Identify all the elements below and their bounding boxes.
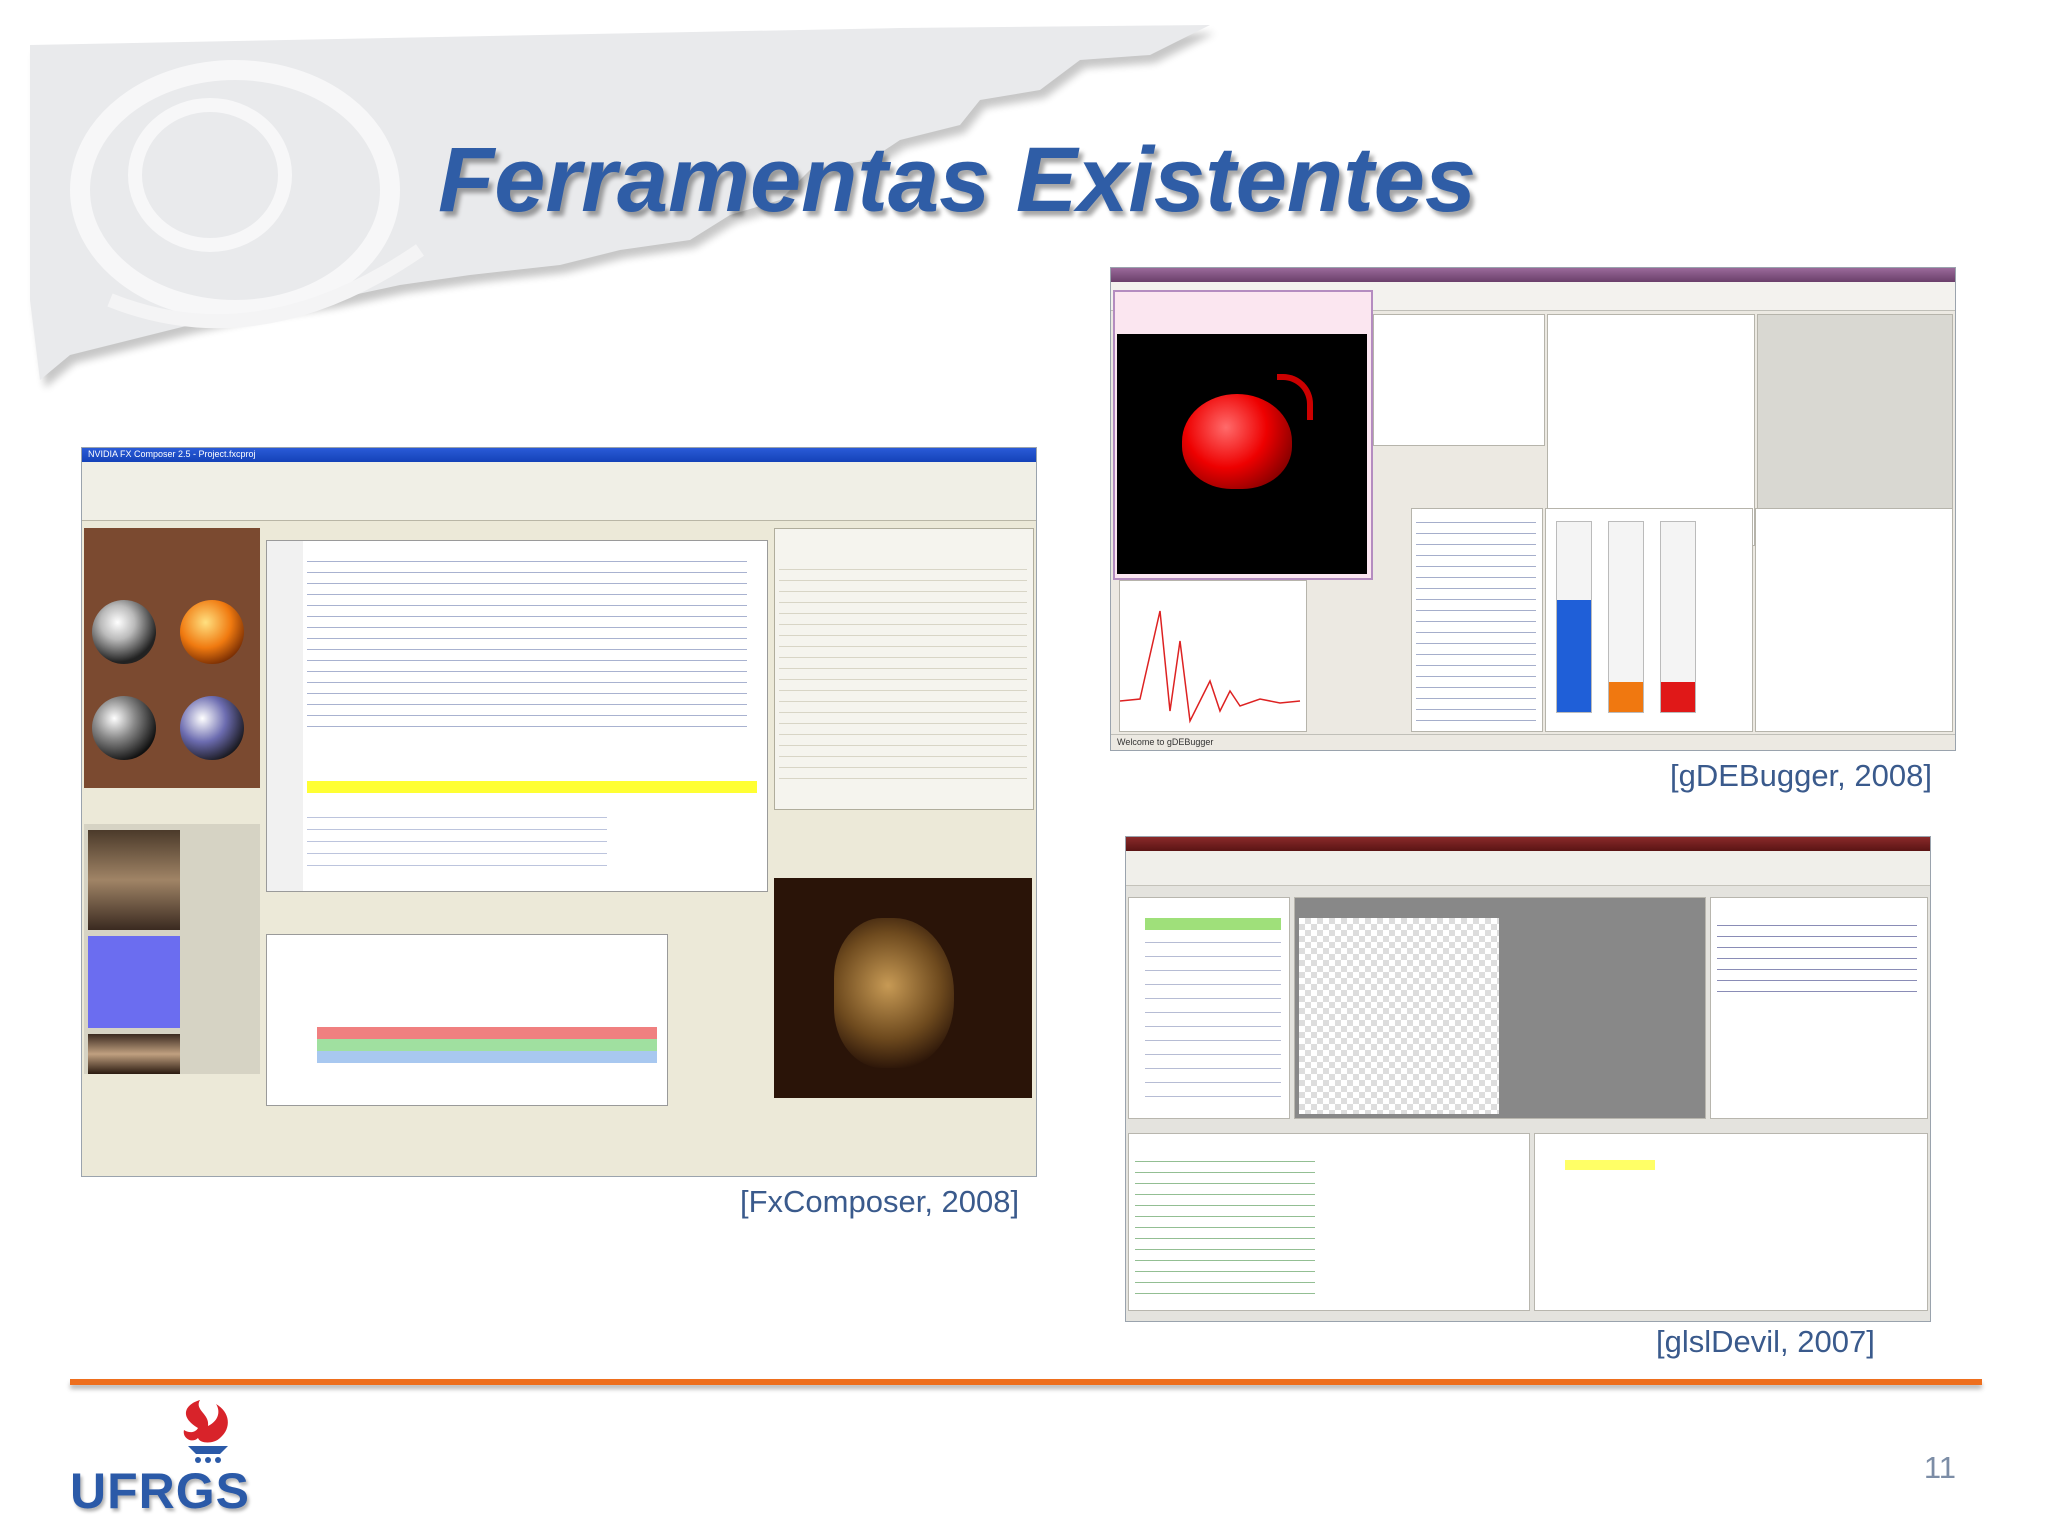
glsldevil-canvas: [1294, 897, 1706, 1119]
glsldevil-trace-panel: [1128, 1133, 1530, 1311]
fxcomposer-window-title: NVIDIA FX Composer 2.5 - Project.fxcproj: [88, 449, 256, 459]
fxcomposer-titlebar: NVIDIA FX Composer 2.5 - Project.fxcproj: [82, 448, 1036, 462]
gdebugger-titlebar: [1111, 268, 1955, 282]
gdebugger-graph-panel: [1119, 580, 1307, 732]
gdebugger-statistics-panel: [1755, 508, 1953, 732]
page-number: 11: [1923, 1450, 1956, 1485]
fxcomposer-screenshot: NVIDIA FX Composer 2.5 - Project.fxcproj: [82, 448, 1036, 1176]
glsldevil-shader-variables-panel: [1710, 897, 1928, 1119]
gdebugger-statusbar: Welcome to gDEBugger: [1111, 734, 1955, 750]
glsldevil-screenshot: [1126, 837, 1930, 1321]
fxcomposer-variables-table: [266, 934, 668, 1106]
ufrgs-logo-text: UFRGS: [70, 1463, 250, 1519]
fxcomposer-caption: [FxComposer, 2008]: [740, 1184, 1020, 1219]
gdebugger-status-text: Welcome to gDEBugger: [1117, 737, 1214, 747]
footer-rule: [70, 1379, 1982, 1385]
gdebugger-performance-panel: [1545, 508, 1753, 732]
glsldevil-caption: [glslDevil, 2007]: [1656, 1324, 1875, 1359]
glsldevil-shader-source-panel: [1534, 1133, 1928, 1311]
glsldevil-titlebar: [1126, 837, 1930, 851]
glsldevil-calls-panel: [1128, 897, 1290, 1119]
fxcomposer-toolbar: [82, 462, 1036, 521]
fxcomposer-code-editor: [266, 540, 768, 892]
fxcomposer-materials-panel: [84, 528, 260, 788]
gdebugger-graph: [1119, 610, 1301, 724]
slide-title: Ferramentas Existentes: [438, 129, 1477, 231]
fxcomposer-render-view: [774, 878, 1032, 1098]
gdebugger-events-panel: [1411, 508, 1543, 732]
glsldevil-toolbar: [1126, 851, 1930, 886]
fxcomposer-properties-panel: [774, 528, 1034, 810]
gdebugger-caption: [gDEBugger, 2008]: [1670, 758, 1932, 793]
gdebugger-render-window: [1113, 290, 1373, 580]
gdebugger-variables-panel: [1373, 314, 1545, 446]
gdebugger-screenshot: Welcome to gDEBugger: [1111, 268, 1955, 750]
fxcomposer-texture-panel: [84, 824, 260, 1074]
